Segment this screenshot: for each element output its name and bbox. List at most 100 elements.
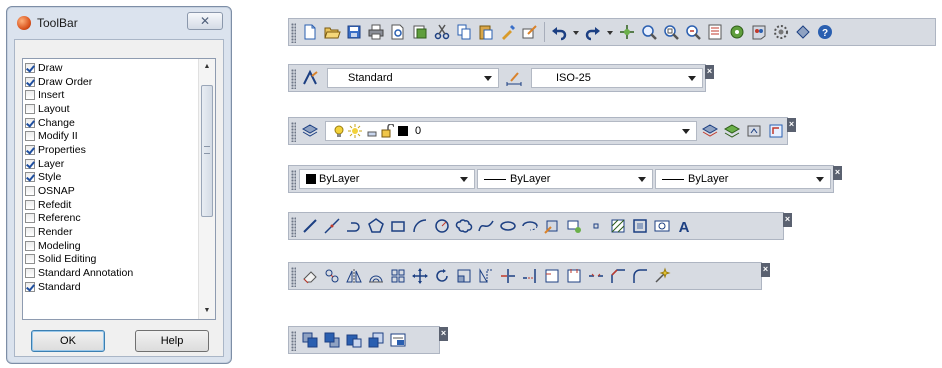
checkbox[interactable] bbox=[25, 240, 35, 251]
send-under-objects-icon[interactable] bbox=[367, 331, 385, 349]
revision-cloud-icon[interactable] bbox=[455, 217, 473, 235]
checkbox[interactable] bbox=[25, 254, 35, 265]
toolbar-close-icon[interactable]: × bbox=[783, 213, 792, 227]
polyline-icon[interactable] bbox=[345, 217, 363, 235]
checkbox[interactable] bbox=[25, 186, 35, 197]
ellipse-icon[interactable] bbox=[499, 217, 517, 235]
checkbox[interactable] bbox=[25, 172, 35, 183]
erase-icon[interactable] bbox=[301, 267, 319, 285]
circle-icon[interactable] bbox=[433, 217, 451, 235]
redo-dropdown-icon[interactable] bbox=[606, 23, 614, 41]
sheet-set-manager-icon[interactable] bbox=[772, 23, 790, 41]
checkbox[interactable] bbox=[25, 281, 35, 292]
toolbar-list-item[interactable]: Change bbox=[25, 116, 199, 130]
zoom-previous-icon[interactable] bbox=[684, 23, 702, 41]
layer-walk-icon[interactable] bbox=[767, 122, 785, 140]
unlocked-padlock-icon[interactable] bbox=[380, 124, 396, 138]
insert-block-icon[interactable] bbox=[543, 217, 561, 235]
hatch-icon[interactable] bbox=[609, 217, 627, 235]
toolbar-list-item[interactable]: Refedit bbox=[25, 198, 199, 212]
copy-object-icon[interactable] bbox=[323, 267, 341, 285]
scroll-up-arrow-icon[interactable]: ▲ bbox=[199, 59, 215, 75]
dimension-style-dropdown[interactable]: ISO-25 bbox=[531, 68, 703, 88]
bring-text-to-front-icon[interactable] bbox=[389, 331, 407, 349]
ellipse-arc-icon[interactable] bbox=[521, 217, 539, 235]
arc-icon[interactable] bbox=[411, 217, 429, 235]
toolbar-grip[interactable] bbox=[291, 122, 296, 142]
layer-states-icon[interactable] bbox=[745, 122, 763, 140]
toolbar-close-icon[interactable]: × bbox=[705, 65, 714, 79]
new-file-icon[interactable] bbox=[301, 23, 319, 41]
save-icon[interactable] bbox=[345, 23, 363, 41]
zoom-window-icon[interactable] bbox=[662, 23, 680, 41]
toolbar-list-item[interactable]: Standard Annotation bbox=[25, 266, 199, 280]
toolbar-list-item[interactable]: Solid Editing bbox=[25, 253, 199, 267]
send-to-back-icon[interactable] bbox=[323, 331, 341, 349]
make-block-icon[interactable] bbox=[565, 217, 583, 235]
toolbar-list-item[interactable]: Modeling bbox=[25, 239, 199, 253]
offset-icon[interactable] bbox=[367, 267, 385, 285]
print-icon[interactable] bbox=[367, 23, 385, 41]
dimension-style-icon[interactable] bbox=[505, 69, 523, 87]
toolbar-list-item[interactable]: Layout bbox=[25, 102, 199, 116]
checkbox[interactable] bbox=[25, 131, 35, 142]
toolbar-grip[interactable] bbox=[291, 217, 296, 237]
toolbar-list-item[interactable]: Draw Order bbox=[25, 75, 199, 89]
publish-icon[interactable] bbox=[411, 23, 429, 41]
toolbar-list-item[interactable]: Layer bbox=[25, 157, 199, 171]
chamfer-icon[interactable] bbox=[609, 267, 627, 285]
toolbar-list-item[interactable]: Draw bbox=[25, 61, 199, 75]
help-button[interactable]: Help bbox=[135, 330, 209, 352]
line-icon[interactable] bbox=[301, 217, 319, 235]
redo-icon[interactable] bbox=[584, 23, 602, 41]
scroll-thumb[interactable] bbox=[201, 85, 213, 217]
plot-preview-icon[interactable] bbox=[389, 23, 407, 41]
checkbox[interactable] bbox=[25, 213, 35, 224]
markup-set-manager-icon[interactable] bbox=[794, 23, 812, 41]
explode-icon[interactable] bbox=[653, 267, 671, 285]
dialog-close-button[interactable]: ✕ bbox=[187, 12, 223, 30]
layer-properties-icon[interactable] bbox=[301, 122, 319, 140]
text-style-icon[interactable] bbox=[301, 69, 319, 87]
bring-above-objects-icon[interactable] bbox=[345, 331, 363, 349]
scroll-down-arrow-icon[interactable]: ▼ bbox=[199, 303, 215, 319]
spline-icon[interactable] bbox=[477, 217, 495, 235]
point-icon[interactable] bbox=[587, 217, 605, 235]
design-center-icon[interactable] bbox=[728, 23, 746, 41]
scale-icon[interactable] bbox=[455, 267, 473, 285]
checkbox[interactable] bbox=[25, 62, 35, 73]
toolbar-grip[interactable] bbox=[291, 331, 296, 351]
lightbulb-icon[interactable] bbox=[332, 124, 346, 138]
toolbar-list-item[interactable]: Modify II bbox=[25, 129, 199, 143]
extend-icon[interactable] bbox=[521, 267, 539, 285]
toolbar-list-item[interactable]: OSNAP bbox=[25, 184, 199, 198]
copy-icon[interactable] bbox=[455, 23, 473, 41]
paste-icon[interactable] bbox=[477, 23, 495, 41]
toolbar-grip[interactable] bbox=[291, 170, 296, 190]
stretch-icon[interactable] bbox=[477, 267, 495, 285]
checkbox[interactable] bbox=[25, 103, 35, 114]
join-icon[interactable] bbox=[587, 267, 605, 285]
bring-to-front-icon[interactable] bbox=[301, 331, 319, 349]
tool-palettes-icon[interactable] bbox=[750, 23, 768, 41]
undo-dropdown-icon[interactable] bbox=[572, 23, 580, 41]
region-icon[interactable] bbox=[653, 217, 671, 235]
checkbox[interactable] bbox=[25, 199, 35, 210]
toolbar-grip[interactable] bbox=[291, 69, 296, 89]
lineweight-dropdown[interactable]: ByLayer bbox=[655, 169, 831, 189]
checkbox[interactable] bbox=[25, 117, 35, 128]
break-icon[interactable] bbox=[565, 267, 583, 285]
toolbar-grip[interactable] bbox=[291, 267, 296, 287]
make-object-layer-current-icon[interactable] bbox=[701, 122, 719, 140]
toolbar-close-icon[interactable]: × bbox=[833, 166, 842, 180]
toolbar-list-item[interactable]: Insert bbox=[25, 88, 199, 102]
linetype-dropdown[interactable]: ByLayer bbox=[477, 169, 653, 189]
toolbar-close-icon[interactable]: × bbox=[787, 118, 796, 132]
toolbar-list-item[interactable]: Standard bbox=[25, 280, 199, 294]
cut-icon[interactable] bbox=[433, 23, 451, 41]
zoom-realtime-icon[interactable] bbox=[640, 23, 658, 41]
checkbox[interactable] bbox=[25, 90, 35, 101]
array-icon[interactable] bbox=[389, 267, 407, 285]
checkbox[interactable] bbox=[25, 268, 35, 279]
ok-button[interactable]: OK bbox=[31, 330, 105, 352]
